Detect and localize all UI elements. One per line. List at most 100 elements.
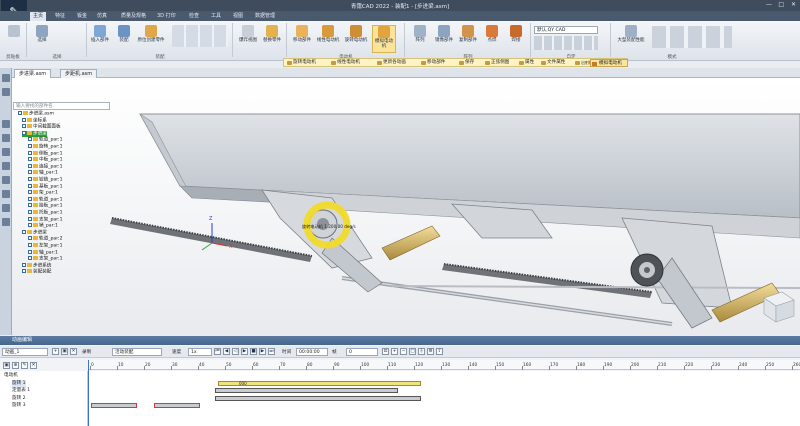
- visibility-checkbox[interactable]: [28, 216, 32, 221]
- visibility-checkbox[interactable]: [28, 223, 32, 228]
- tab-sheetmetal[interactable]: 钣金: [74, 12, 90, 21]
- timeline-ruler[interactable]: 0 10 20 30 40 50 60 70 80 90 100 110 120 130 140 150 160…: [88, 360, 800, 370]
- zoom-in-icon[interactable]: +: [391, 348, 398, 355]
- tree-item[interactable]: 轴_par:1: [28, 170, 58, 176]
- tree-item[interactable]: 中间截面面板: [22, 124, 61, 130]
- tab-tools[interactable]: 工具: [208, 12, 224, 21]
- timeline-bar[interactable]: [215, 395, 421, 401]
- layers-icon[interactable]: [2, 88, 10, 96]
- visibility-checkbox[interactable]: [28, 157, 32, 162]
- doc-tab[interactable]: 步距机.asm: [60, 69, 98, 78]
- visibility-checkbox[interactable]: [28, 137, 32, 142]
- play-reverse-icon[interactable]: ◁: [232, 348, 239, 355]
- timeline-track-label[interactable]: 定量表 1: [12, 387, 30, 394]
- goto-start-icon[interactable]: ⏮: [214, 348, 221, 355]
- visibility-checkbox[interactable]: [22, 269, 26, 274]
- new-animation-button[interactable]: +: [52, 348, 59, 355]
- create-inplace-button[interactable]: 原位创建零件: [136, 25, 166, 43]
- library-icon[interactable]: [2, 190, 10, 198]
- tree-item[interactable]: 轨道_par:1: [28, 196, 63, 203]
- visibility-checkbox[interactable]: [22, 262, 26, 267]
- tab-quality[interactable]: 质量及规格: [118, 12, 149, 21]
- timeline-bar[interactable]: 000: [218, 380, 421, 386]
- cmd-sine[interactable]: 正弦侧图: [484, 59, 509, 67]
- timeline-bar[interactable]: [215, 388, 398, 394]
- tree-item[interactable]: 装配装配: [22, 269, 51, 275]
- weld-button[interactable]: 焊接: [504, 25, 528, 43]
- visibility-checkbox[interactable]: [28, 236, 32, 241]
- delete-animation-icon[interactable]: ✕: [70, 348, 77, 355]
- frame-field[interactable]: 0: [346, 348, 378, 356]
- step-back-icon[interactable]: ◀: [223, 348, 230, 355]
- linear-motor-button[interactable]: 线性电动机: [316, 25, 340, 43]
- pathfinder-icon[interactable]: [2, 74, 10, 82]
- goto-end-icon[interactable]: ⏭: [268, 348, 275, 355]
- simulate-motor-button[interactable]: 模拟电动机: [372, 25, 396, 53]
- tab-data-management[interactable]: 数据管理: [252, 12, 278, 21]
- tree-item[interactable]: 侧板_par:1: [28, 150, 63, 157]
- save-animation-icon[interactable]: ▣: [61, 348, 68, 355]
- visibility-checkbox[interactable]: [28, 203, 32, 208]
- timeline-track-label[interactable]: 旋转 2: [12, 395, 26, 402]
- visibility-checkbox[interactable]: [28, 170, 32, 175]
- visibility-checkbox[interactable]: [28, 243, 32, 247]
- explode-view-button[interactable]: 爆炸视图: [236, 25, 260, 43]
- tab-view[interactable]: 视图: [230, 12, 246, 21]
- cmd-properties[interactable]: 属性: [518, 59, 534, 67]
- tree-item[interactable]: 旋转_par:1: [28, 144, 63, 150]
- minimize-icon[interactable]: —: [766, 1, 772, 8]
- spot-weld-button[interactable]: 点焊: [480, 25, 504, 43]
- pattern-button[interactable]: 阵列: [408, 25, 432, 43]
- tree-item[interactable]: 步进系统: [22, 262, 51, 269]
- tree-item[interactable]: 轨道_par:1: [28, 137, 63, 143]
- insert-component-button[interactable]: 插入部件: [88, 25, 112, 43]
- mirror-component-button[interactable]: 镜像部件: [432, 25, 456, 43]
- timeline-track-label[interactable]: 旋转 3: [12, 402, 26, 409]
- visibility-checkbox[interactable]: [28, 190, 32, 195]
- search-icon[interactable]: [2, 134, 10, 142]
- tree-item[interactable]: 坐标系: [22, 117, 47, 124]
- large-assembly-button[interactable]: 大型装配性能: [614, 25, 648, 43]
- assembly-tools-cluster[interactable]: [170, 25, 230, 48]
- zoom-out-icon[interactable]: −: [400, 348, 407, 355]
- tree-item[interactable]: 步进梁: [22, 229, 47, 236]
- visibility-checkbox[interactable]: [28, 183, 32, 188]
- timeline-tracks[interactable]: 000: [88, 371, 800, 426]
- timeline-motor-icon[interactable]: ⊕: [12, 362, 19, 369]
- visibility-checkbox[interactable]: [28, 163, 32, 168]
- tree-item[interactable]: 铰链_par:1: [28, 177, 63, 183]
- tree-item[interactable]: 中板_par:1: [28, 157, 63, 163]
- tree-item[interactable]: 挂板_par:1: [28, 203, 63, 209]
- tree-item[interactable]: 托板_par:1: [28, 210, 63, 216]
- tree-item[interactable]: 步进梁: [22, 130, 47, 137]
- style-select[interactable]: 默认,QY CAD: [534, 26, 598, 34]
- visibility-checkbox[interactable]: [28, 256, 32, 261]
- visibility-checkbox[interactable]: [28, 210, 32, 214]
- mode-tools[interactable]: [652, 26, 732, 48]
- tab-home[interactable]: 主页: [30, 12, 47, 21]
- tree-item[interactable]: 轨道_par:2: [28, 236, 63, 242]
- visibility-checkbox[interactable]: [22, 229, 26, 234]
- timeline-bar[interactable]: [154, 403, 200, 409]
- visibility-checkbox[interactable]: [18, 111, 22, 115]
- filter-icon[interactable]: ⏚: [418, 348, 425, 355]
- rotary-motor-button[interactable]: 旋转电动机: [344, 25, 368, 43]
- cmd-save[interactable]: 保存: [458, 59, 474, 67]
- tree-item[interactable]: 支架_par:1: [28, 256, 63, 262]
- settings-icon[interactable]: ⚙: [427, 348, 434, 355]
- export-icon[interactable]: ⇪: [436, 348, 443, 355]
- assemble-button[interactable]: 装配: [112, 25, 136, 43]
- visibility-checkbox[interactable]: [22, 130, 26, 135]
- mode-select[interactable]: 活动装配: [112, 348, 162, 356]
- doc-tab-active[interactable]: 步进梁.asm: [14, 69, 52, 78]
- tree-item[interactable]: 步进梁.asm: [18, 111, 54, 117]
- replace-part-button[interactable]: 替换零件: [260, 25, 284, 43]
- timeline-edit-icon[interactable]: ✎: [21, 362, 28, 369]
- zoom-fit-icon[interactable]: ⊡: [382, 348, 389, 355]
- tree-item[interactable]: 轴_par:1: [28, 249, 58, 256]
- tree-item[interactable]: 基板_par:1: [28, 183, 63, 190]
- tree-item[interactable]: 连接_par:1: [28, 163, 63, 170]
- visibility-checkbox[interactable]: [28, 177, 32, 181]
- move-component-button[interactable]: 移动部件: [290, 25, 314, 43]
- tab-features[interactable]: 特征: [52, 12, 68, 21]
